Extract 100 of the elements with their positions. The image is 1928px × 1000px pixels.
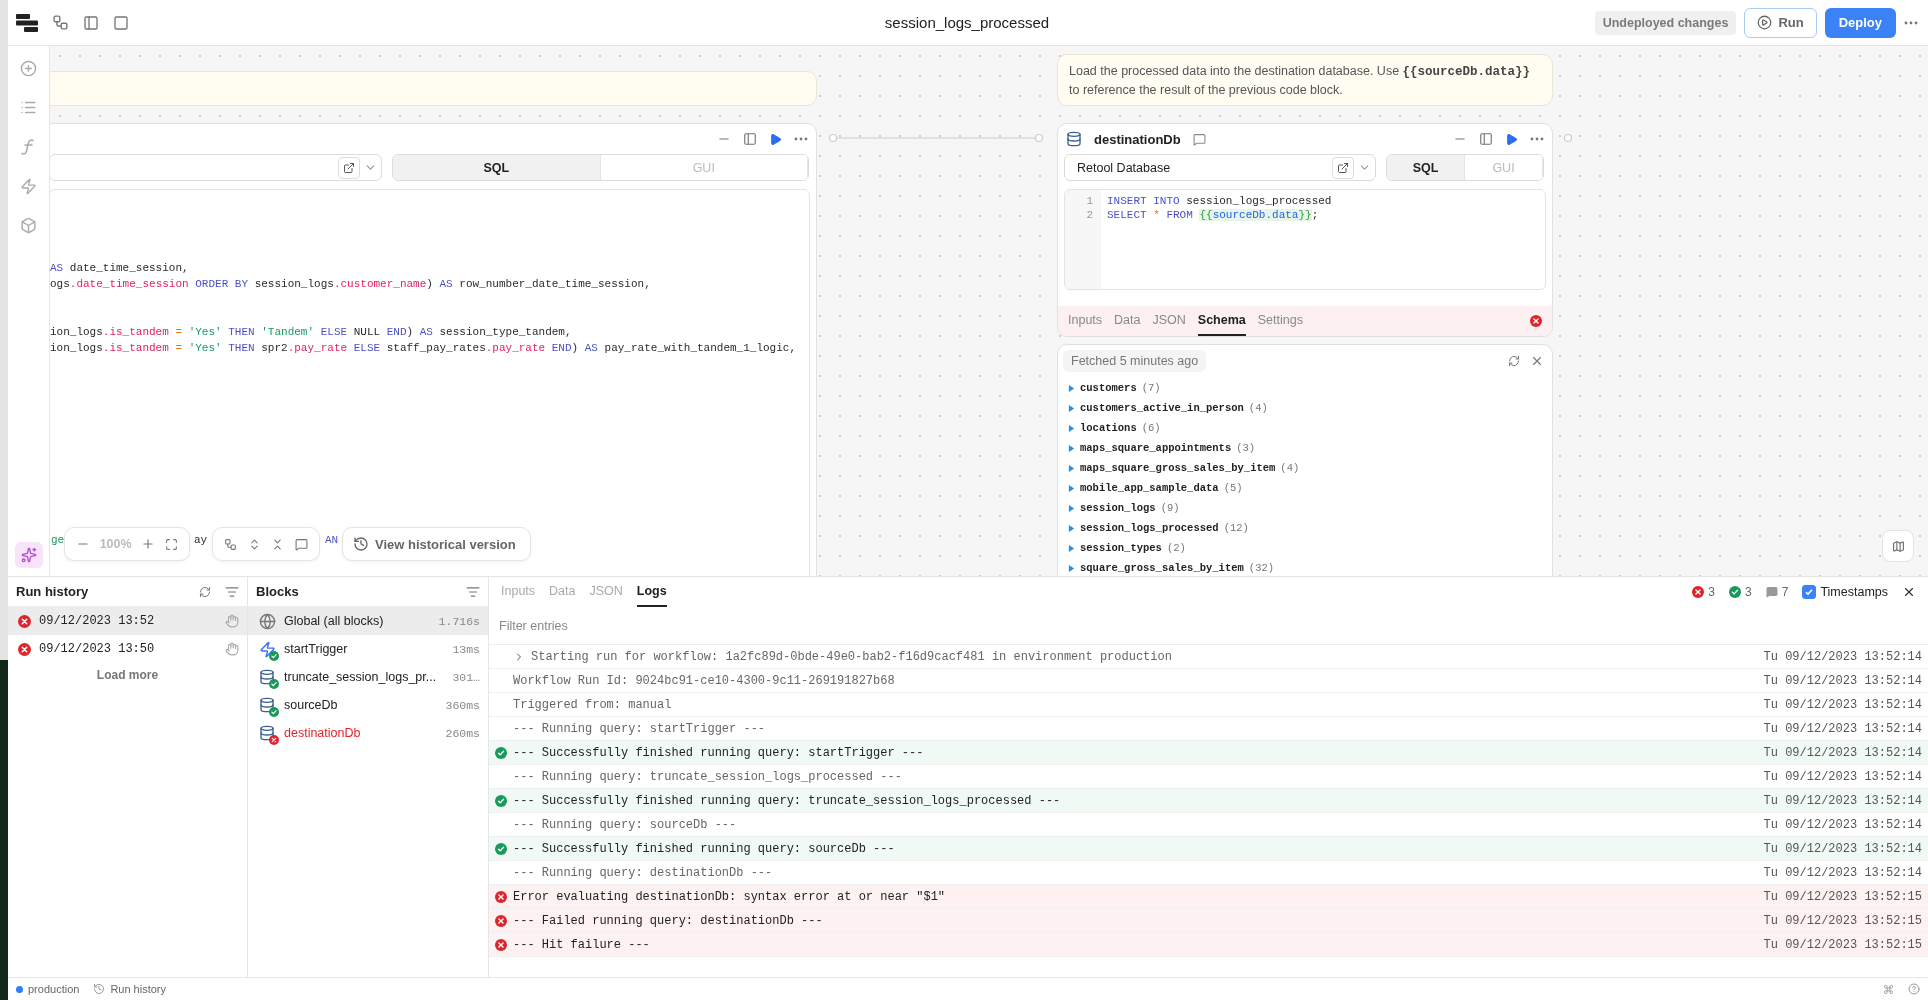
function-icon[interactable] (20, 138, 37, 156)
refresh-button[interactable] (1508, 355, 1520, 367)
table-name[interactable]: locations (1080, 422, 1137, 434)
log-timestamp: Tu 09/12/2023 13:52:14 (1763, 865, 1922, 880)
table-name[interactable]: customers (1080, 382, 1137, 394)
table-name[interactable]: session_logs_processed (1080, 522, 1219, 534)
caret-right-icon[interactable] (1068, 464, 1075, 472)
caret-right-icon[interactable] (1068, 524, 1075, 532)
zoom-in-button[interactable] (141, 537, 156, 551)
log-timestamp: Tu 09/12/2023 13:52:14 (1763, 769, 1922, 784)
help-icon[interactable] (1908, 983, 1920, 995)
panel-title: Run history (16, 584, 90, 599)
panel-left-icon (83, 14, 99, 31)
error-icon (1692, 586, 1705, 598)
hand-icon[interactable] (225, 642, 239, 656)
environment-label[interactable]: production (28, 983, 80, 995)
caret-right-icon[interactable] (1068, 404, 1075, 412)
table-name[interactable]: square_gross_sales_by_item (1080, 562, 1244, 574)
table-name[interactable]: maps_square_gross_sales_by_item (1080, 462, 1276, 474)
caret-right-icon[interactable] (1068, 484, 1075, 492)
view-historical-version-button[interactable]: View historical version (342, 527, 531, 561)
timestamps-checkbox[interactable] (1802, 585, 1817, 599)
status-badge: Undeployed changes (1594, 10, 1737, 35)
play-icon (769, 132, 782, 146)
code-line: AS date_time_session, (50, 261, 190, 276)
fit-view-button[interactable] (165, 537, 179, 551)
layout-button[interactable] (224, 537, 238, 551)
log-message: --- Running query: sourceDb --- (513, 817, 738, 832)
workflow-icon (52, 14, 69, 31)
fit-view-icon (165, 537, 179, 551)
database-icon (259, 725, 275, 741)
list-icon[interactable] (20, 99, 37, 116)
close-button[interactable] (1902, 585, 1916, 599)
tab[interactable]: Schema (1197, 306, 1246, 336)
lightning-icon[interactable] (20, 178, 37, 195)
table-name[interactable]: session_types (1080, 542, 1162, 554)
assistant-button[interactable] (14, 542, 43, 568)
error-icon (18, 614, 31, 628)
more-button[interactable] (1530, 137, 1544, 141)
check-badge-icon (269, 679, 279, 689)
deploy-button[interactable]: Deploy (1824, 7, 1896, 38)
comment-icon (294, 537, 308, 551)
caret-right-icon[interactable] (1068, 384, 1075, 392)
log-timestamp: Tu 09/12/2023 13:52:14 (1763, 697, 1922, 712)
load-more-button[interactable]: Load more (90, 667, 165, 683)
play-icon (1757, 15, 1773, 30)
block-item[interactable]: Global (all blocks) 1.716s (248, 607, 488, 635)
filter-button[interactable] (225, 584, 239, 599)
database-icon (259, 697, 275, 713)
refresh-icon (1508, 355, 1520, 367)
open-resource-button[interactable] (1332, 156, 1354, 179)
line-number: 2 (1086, 208, 1093, 222)
success-count: 3 (1745, 585, 1752, 599)
caret-right-icon[interactable] (1068, 444, 1075, 452)
run-block-button[interactable] (1505, 132, 1518, 146)
table-name[interactable]: session_logs (1080, 502, 1156, 514)
table-name[interactable]: mobile_app_sample_data (1080, 482, 1219, 494)
more-button[interactable] (1904, 20, 1918, 25)
hand-icon[interactable] (225, 614, 239, 628)
command-icon[interactable] (1883, 983, 1894, 995)
log-message: --- Successfully finished running query: truncate_session_logs_processed --- (513, 793, 1062, 808)
fetched-label: Fetched 5 minutes ago (1063, 350, 1207, 372)
bottom-panel-button[interactable] (113, 14, 129, 31)
comment-icon[interactable] (1192, 132, 1206, 146)
refresh-button[interactable] (199, 585, 211, 598)
left-panel-button[interactable] (83, 14, 99, 31)
table-name[interactable]: customers_active_in_person (1080, 402, 1244, 414)
error-icon (1530, 315, 1542, 327)
open-resource-button[interactable] (338, 156, 360, 179)
success-icon (1729, 586, 1741, 598)
resource-select[interactable]: Retool Database (1064, 154, 1376, 181)
caret-right-icon[interactable] (1068, 544, 1075, 552)
run-history-item[interactable]: 09/12/2023 13:52 (8, 607, 247, 635)
run-button[interactable]: Run (1744, 7, 1817, 38)
add-icon[interactable] (20, 60, 37, 77)
log-timestamp: Tu 09/12/2023 13:52:14 (1763, 841, 1922, 856)
run-history-link[interactable]: Run history (110, 983, 166, 995)
panel-button[interactable] (1479, 132, 1493, 146)
mode-tab[interactable]: SQL (393, 155, 601, 180)
filter-button[interactable] (466, 584, 480, 599)
run-block-button[interactable] (769, 132, 782, 146)
caret-right-icon[interactable] (1068, 504, 1075, 512)
logo-icon[interactable] (16, 13, 38, 32)
panel-button[interactable] (743, 132, 757, 146)
workflow-button[interactable] (52, 14, 69, 31)
message-icon (1765, 586, 1778, 598)
log-message: Starting run for workflow: 1a2fc89d-0bde-49e0-bab2-f16d9cacf481 in environment production (531, 649, 1173, 664)
table-name[interactable]: maps_square_appointments (1080, 442, 1232, 454)
more-button[interactable] (794, 137, 808, 141)
comments-button[interactable] (294, 537, 308, 551)
mode-tab[interactable]: SQL (1387, 155, 1465, 180)
zoom-level: 100% (99, 537, 132, 551)
code-line: ogs.date_time_session ORDER BY session_logs.customer_name) AS row_number_date_time_session, (50, 277, 652, 292)
cube-icon[interactable] (20, 217, 37, 234)
caret-right-icon[interactable] (1068, 424, 1075, 432)
caret-right-icon[interactable] (1068, 564, 1075, 572)
column-count: (6) (1141, 422, 1161, 434)
code-editor[interactable]: 1 2 INSERT INTO session_logs_processed SELECT * FROM {{sourceDb.data}}; (1064, 189, 1546, 290)
minimap-button[interactable] (1882, 530, 1914, 562)
workflow-title: session_logs_processed (884, 14, 1050, 31)
